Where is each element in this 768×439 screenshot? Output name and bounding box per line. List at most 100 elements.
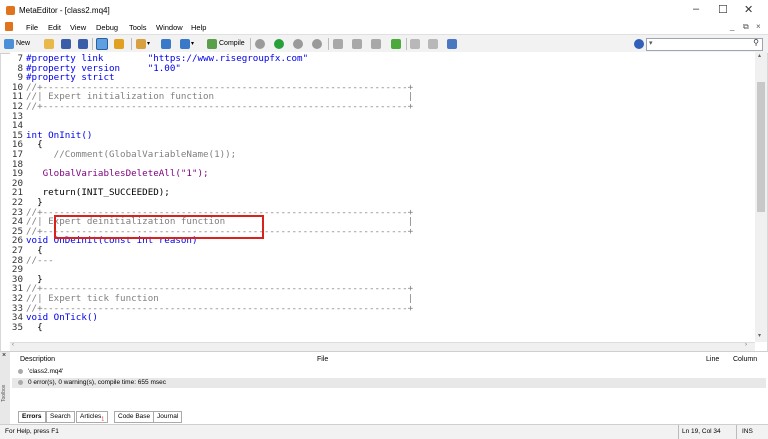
compile-button-label: Compile (219, 40, 245, 47)
title-bar: MetaEditor - [class2.mq4] – ☐ ✕ (0, 0, 768, 20)
mdi-close-button[interactable]: × (756, 22, 761, 31)
file-column-header[interactable]: File (317, 356, 328, 363)
description-column-header[interactable]: Description (20, 356, 55, 363)
start-debug-button[interactable] (274, 38, 284, 49)
function-icon (180, 38, 190, 49)
status-help-text: For Help, press F1 (5, 428, 59, 435)
code-line: GlobalVariablesDeleteAll("1"); (26, 168, 209, 180)
status-bar: For Help, press F1 Ln 19, Col 34 INS (0, 424, 768, 439)
scroll-right-icon[interactable]: › (745, 342, 747, 348)
open-button[interactable] (44, 38, 54, 49)
dropdown-arrow-icon: ▾ (147, 41, 151, 47)
column-column-header[interactable]: Column (733, 356, 757, 363)
menu-view[interactable]: View (70, 23, 86, 32)
terminal-button[interactable] (447, 38, 457, 49)
dropdown-arrow-icon: ▾ (191, 41, 195, 47)
maximize-button[interactable]: ☐ (718, 3, 728, 16)
metaeditor-app-icon (6, 6, 15, 15)
toolbar: New ▾ ▾ Compile ▾ ⚲ (0, 34, 768, 54)
menu-file[interactable]: File (26, 23, 38, 32)
toolbar-separator (250, 38, 251, 50)
toolbox-side-label: Toolbox (1, 384, 7, 402)
insert-button[interactable]: ▾ (136, 38, 150, 49)
find-button[interactable] (428, 38, 438, 49)
save-icon (61, 38, 71, 49)
minimize-button[interactable]: – (693, 3, 699, 15)
menu-tools[interactable]: Tools (129, 23, 147, 32)
list-item[interactable]: 0 error(s), 0 warning(s), compile time: … (12, 378, 766, 388)
tab-articles[interactable]: Articles1 (76, 411, 109, 423)
menu-window[interactable]: Window (156, 23, 183, 32)
function-button[interactable]: ▾ (180, 38, 194, 49)
insert-icon (136, 38, 146, 49)
tab-errors[interactable]: Errors (18, 411, 46, 423)
line-column-header[interactable]: Line (706, 356, 719, 363)
debug-stop-button[interactable] (255, 38, 265, 49)
document-icon[interactable] (5, 22, 13, 31)
menu-debug[interactable]: Debug (96, 23, 118, 32)
status-divider (678, 425, 679, 439)
menu-help[interactable]: Help (191, 23, 206, 32)
line-number: 35 (11, 321, 23, 333)
continue-button[interactable] (391, 38, 401, 49)
step-over-button[interactable] (352, 38, 362, 49)
tab-journal[interactable]: Journal (153, 411, 183, 423)
pause-icon (293, 38, 303, 49)
save-all-button[interactable] (78, 38, 88, 49)
step-into-icon (333, 38, 343, 49)
window-title: MetaEditor - [class2.mq4] (19, 6, 110, 15)
code-line: //+-------------------------------------… (26, 101, 414, 112)
search-input[interactable]: ▾ ⚲ (646, 38, 763, 51)
toolbar-separator (328, 38, 329, 50)
code-line: //Comment(GlobalVariableName(1)); (26, 149, 237, 160)
new-button-label: New (16, 40, 31, 47)
step-into-button[interactable] (333, 38, 343, 49)
code-editor[interactable]: 7 8 9 10 11 12 13 14 15 16 17 18 19 20 21 22 23 24 25 26 27 2… (10, 52, 755, 342)
list-item[interactable]: 'class2.mq4' (12, 367, 766, 377)
terminal-icon (447, 38, 457, 49)
stop-icon (255, 38, 265, 49)
new-button[interactable]: New (4, 38, 30, 49)
close-button[interactable]: ✕ (744, 3, 753, 16)
pause-debug-button[interactable] (293, 38, 303, 49)
step-over-icon (352, 38, 362, 49)
profile-button[interactable] (410, 38, 420, 49)
styler-icon (161, 38, 171, 49)
scroll-left-icon[interactable]: ‹ (12, 342, 14, 348)
info-icon (18, 380, 23, 385)
search-dropdown-icon[interactable]: ▾ (649, 39, 653, 47)
scroll-down-icon[interactable]: ▾ (758, 332, 761, 339)
menu-edit[interactable]: Edit (48, 23, 61, 32)
vertical-scroll-thumb[interactable] (757, 82, 765, 212)
folder-icon (44, 38, 54, 49)
step-out-button[interactable] (371, 38, 381, 49)
tab-search[interactable]: Search (46, 411, 75, 423)
tab-code-base[interactable]: Code Base (114, 411, 155, 423)
new-file-icon (4, 38, 14, 49)
toolbox-close-icon[interactable]: × (2, 352, 6, 359)
vertical-scrollbar[interactable]: ▴ ▾ (755, 52, 767, 342)
stop-debug-button[interactable] (312, 38, 322, 49)
scroll-up-icon[interactable]: ▴ (758, 52, 761, 59)
find-icon (428, 38, 438, 49)
globe-icon (634, 38, 644, 49)
navigator-button[interactable] (96, 37, 108, 50)
line-number-gutter: 7 8 9 10 11 12 13 14 15 16 17 18 19 20 21 22 23 24 25 26 27 2… (10, 52, 25, 342)
insert-mode-indicator: INS (742, 428, 753, 435)
toolbar-separator (92, 38, 93, 50)
mdi-restore-button[interactable]: ⧉ (743, 22, 749, 32)
tab-articles-label: Articles (80, 413, 102, 420)
save-button[interactable] (61, 38, 71, 49)
toolbox-button[interactable] (114, 38, 124, 49)
toolbox-icon (114, 38, 124, 49)
info-icon (18, 369, 23, 374)
list-item-text: 'class2.mq4' (28, 368, 64, 375)
community-button[interactable] (634, 38, 644, 49)
styler-button[interactable] (161, 38, 171, 49)
mdi-minimize-button[interactable]: _ (730, 22, 734, 31)
toolbox-side-strip: × Toolbox (0, 352, 10, 424)
cursor-position: Ln 19, Col 34 (682, 428, 721, 435)
compile-button[interactable]: Compile (207, 38, 245, 49)
search-icon[interactable]: ⚲ (753, 38, 759, 47)
compile-icon (207, 38, 217, 49)
